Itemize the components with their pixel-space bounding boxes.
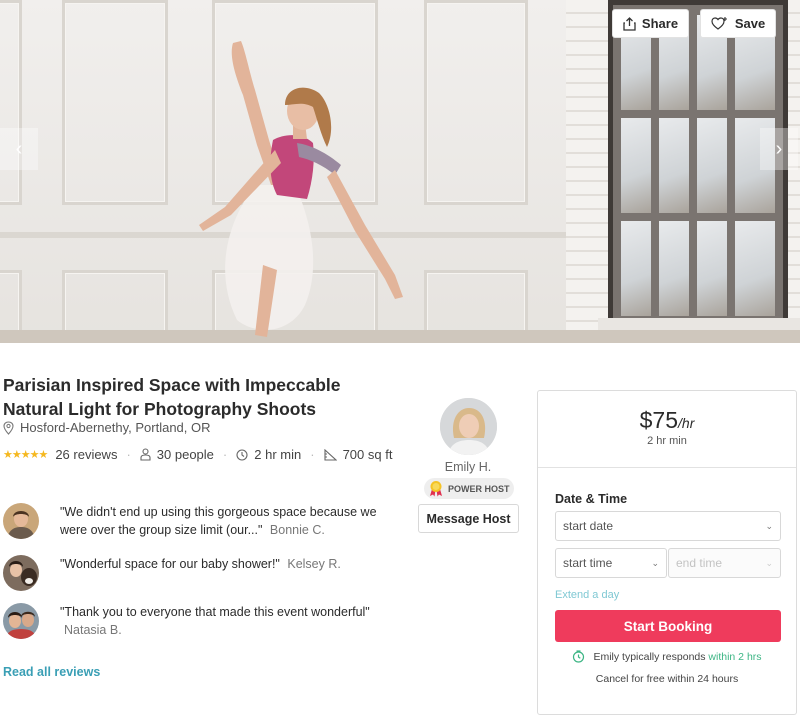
power-host-badge: POWER HOST [424,478,514,499]
share-button[interactable]: Share [612,9,689,38]
wall-panel [424,0,528,205]
price: $75/hr [538,407,796,434]
listing-stats: ★★★★★ 26 reviews · 30 people · 2 hr min … [3,447,392,462]
reviews-count[interactable]: 26 reviews [55,447,117,462]
separator: · [126,447,131,462]
review-author: Kelsey R. [287,557,341,571]
location-pin-icon [3,420,14,435]
separator: · [310,447,315,462]
duration-text: 2 hr min [254,447,302,462]
location-text: Hosford-Abernethy, Portland, OR [20,420,211,435]
end-time-select[interactable]: end time ⌄ [668,548,781,578]
capacity-text: 30 people [156,447,214,462]
heart-icon [711,17,727,30]
save-button[interactable]: Save [700,9,776,38]
dancer-figure [199,41,403,337]
review-author: Bonnie C. [269,523,325,537]
host-photo [440,398,497,455]
message-host-button[interactable]: Message Host [418,504,519,533]
chevron-left-icon: ‹ [15,137,23,160]
next-photo-button[interactable]: › [760,128,798,170]
reviewer-avatar [3,555,39,591]
badge-label: POWER HOST [448,483,510,494]
review-text: "Thank you to everyone that made this ev… [60,603,380,639]
ruler-icon [324,448,337,461]
hero-image: ‹ › Share Save [0,0,800,343]
rating-stars-icon: ★★★★★ [3,449,48,461]
share-icon [623,16,636,31]
booking-card: $75/hr 2 hr min Date & Time start date ⌄… [537,390,797,715]
date-time-label: Date & Time [555,492,628,506]
start-time-select[interactable]: start time ⌄ [555,548,667,578]
reviewer-avatar [3,603,39,639]
reviewer-avatar [3,503,39,539]
window-sill [598,318,800,330]
extend-a-day-link[interactable]: Extend a day [555,589,619,601]
review-quote: "We didn't end up using this gorgeous sp… [60,505,377,537]
area-text: 700 sq ft [342,447,393,462]
wall-panel [0,0,22,205]
chevron-down-icon: ⌄ [765,557,773,568]
review-item: "Wonderful space for our baby shower!" K… [3,555,380,591]
clock-icon [573,650,585,663]
review-quote: "Wonderful space for our baby shower!" [60,557,280,571]
chevron-down-icon: ⌄ [765,520,773,531]
duration-stat: 2 hr min [236,447,301,462]
capacity-stat: 30 people [140,447,214,462]
clock-icon [236,448,248,461]
review-item: "Thank you to everyone that made this ev… [3,603,380,639]
wall-panel [62,0,168,205]
response-text: Emily typically responds within 2 hrs [593,651,761,663]
separator: · [222,447,228,462]
response-time-value: within 2 hrs [708,650,762,663]
review-text: "Wonderful space for our baby shower!" K… [60,555,380,591]
listing-location: Hosford-Abernethy, Portland, OR [3,420,211,435]
review-text: "We didn't end up using this gorgeous sp… [60,503,380,539]
start-booking-button[interactable]: Start Booking [555,610,781,642]
end-time-placeholder: end time [676,556,723,570]
review-item: "We didn't end up using this gorgeous sp… [3,503,380,539]
review-author: Natasia B. [64,623,122,637]
read-all-reviews-link[interactable]: Read all reviews [3,665,100,679]
start-date-placeholder: start date [563,519,614,533]
chevron-down-icon: ⌄ [651,557,659,568]
person-icon [140,448,151,461]
listing-title: Parisian Inspired Space with Impeccable … [3,375,341,419]
divider [538,467,796,468]
area-stat: 700 sq ft [324,447,393,462]
previous-photo-button[interactable]: ‹ [0,128,38,170]
price-unit: /hr [678,415,695,431]
minimum-hours: 2 hr min [647,435,687,447]
price-value: $75 [639,407,679,433]
chevron-right-icon: › [775,137,783,160]
award-ribbon-icon [430,481,442,497]
save-label: Save [734,16,766,31]
start-date-select[interactable]: start date ⌄ [555,511,781,541]
review-quote: "Thank you to everyone that made this ev… [60,605,370,619]
cancellation-policy: Cancel for free within 24 hours [595,673,739,685]
start-time-placeholder: start time [563,556,613,570]
host-avatar[interactable] [440,398,497,455]
response-time: Emily typically responds within 2 hrs [538,650,796,663]
response-prefix: Emily typically responds [593,650,706,663]
share-label: Share [641,16,679,31]
host-name: Emily H. [444,460,492,474]
